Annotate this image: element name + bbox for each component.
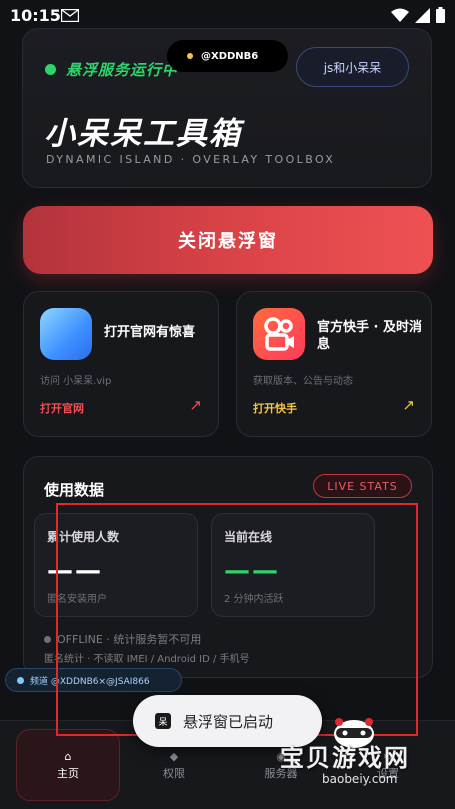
- offline-dot: [44, 635, 51, 643]
- live-stats-badge: LIVE STATS: [313, 474, 412, 498]
- usage-title: 使用数据: [44, 481, 105, 499]
- app-subtitle: DYNAMIC ISLAND · OVERLAY TOOLBOX: [46, 153, 336, 166]
- kuaishou-card-title: 官方快手 · 及时消息: [317, 320, 422, 352]
- status-dot: [45, 64, 56, 75]
- wifi-icon: [391, 8, 409, 22]
- nav-home[interactable]: ⌂ 主页: [16, 729, 120, 801]
- battery-icon: [436, 7, 445, 23]
- kuaishou-card-desc: 获取版本、公告与动态: [253, 376, 353, 387]
- channel-dot: [17, 676, 24, 684]
- official-card-title: 打开官网有惊喜: [104, 325, 196, 340]
- diamond-icon: ◆: [169, 749, 179, 763]
- app-logo-icon: 呆: [155, 713, 171, 729]
- open-kuaishou-link[interactable]: 打开快手: [253, 400, 297, 416]
- dynamic-island[interactable]: @XDDNB6: [167, 40, 288, 72]
- mail-icon: [61, 9, 79, 22]
- home-icon: ⌂: [64, 749, 72, 763]
- open-official-link[interactable]: 打开官网: [40, 400, 84, 416]
- island-dot: [187, 53, 193, 59]
- kuaishou-logo-icon: [264, 317, 294, 351]
- service-status: 悬浮服务运行中: [45, 59, 178, 80]
- toast-text: 悬浮窗已启动: [183, 712, 274, 731]
- arrow-up-right-icon: ↗: [189, 396, 202, 414]
- author-pill[interactable]: js和小呆呆: [296, 47, 409, 87]
- official-card-desc: 访问 小呆呆.vip: [40, 376, 112, 387]
- signal-icon: [415, 7, 430, 23]
- arrow-up-right-icon: ↗: [402, 396, 415, 414]
- app-title: 小呆呆工具箱: [44, 116, 242, 152]
- island-text: @XDDNB6: [201, 50, 259, 62]
- nav-home-label: 主页: [57, 766, 79, 780]
- watermark-title: 宝贝游戏网: [280, 744, 410, 772]
- official-site-card[interactable]: 打开官网有惊喜 访问 小呆呆.vip 打开官网 ↗: [23, 291, 219, 437]
- status-icons: [391, 7, 445, 23]
- watermark-url: baobeiy.com: [322, 772, 398, 786]
- close-overlay-button[interactable]: 关闭悬浮窗: [23, 206, 433, 274]
- official-site-icon: [40, 308, 92, 360]
- kuaishou-card[interactable]: 官方快手 · 及时消息 获取版本、公告与动态 打开快手 ↗: [236, 291, 432, 437]
- service-status-text: 悬浮服务运行中: [66, 61, 179, 79]
- status-time: 10:15: [10, 6, 61, 25]
- nav-permissions-label: 权限: [163, 766, 185, 780]
- kuaishou-icon: [253, 308, 305, 360]
